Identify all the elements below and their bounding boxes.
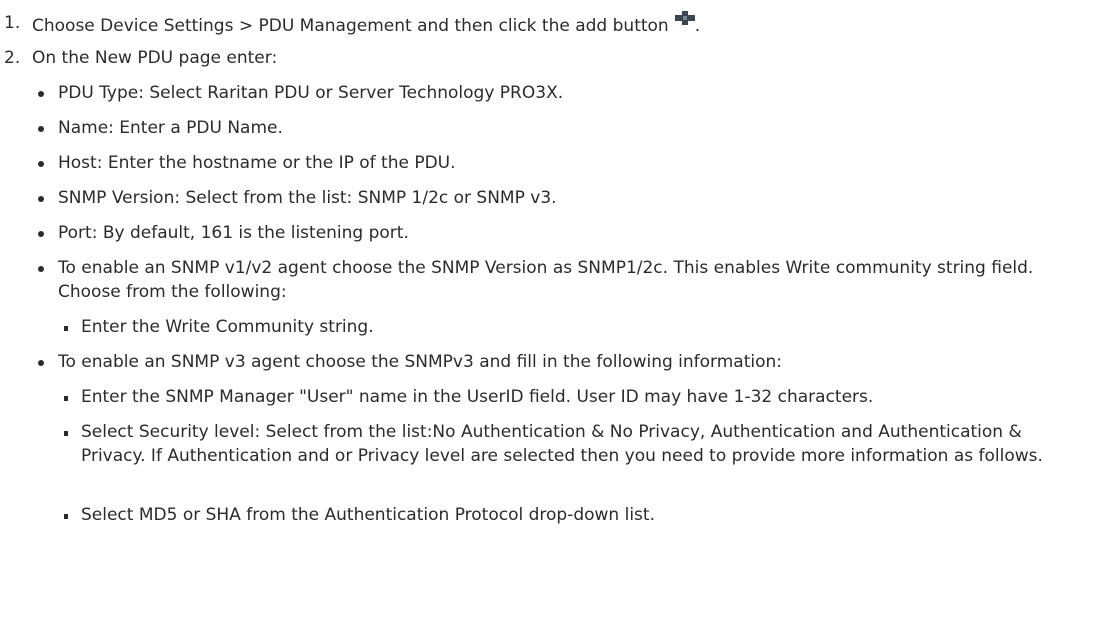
sub-list-item-text: Enter the Write Community string. xyxy=(81,317,374,337)
sub-list-item-text: Select MD5 or SHA from the Authenticatio… xyxy=(81,505,655,525)
bullet-icon xyxy=(38,161,44,167)
bullet-icon xyxy=(38,126,44,132)
step-number: 1. xyxy=(4,13,21,33)
square-bullet-icon xyxy=(64,431,68,436)
step-text: Choose Device Settings > PDU Management … xyxy=(32,11,700,38)
bullet-icon xyxy=(38,91,44,97)
sub-list-item-text: Enter the SNMP Manager "User" name in th… xyxy=(81,387,874,407)
list-item-text: SNMP Version: Select from the list: SNMP… xyxy=(58,188,557,208)
list-item-text: Name: Enter a PDU Name. xyxy=(58,118,283,138)
list-item-text: To enable an SNMP v1/v2 agent choose the… xyxy=(58,258,1034,302)
list-item-text: Port: By default, 161 is the listening p… xyxy=(58,223,409,243)
square-bullet-icon xyxy=(64,514,68,519)
bullet-icon xyxy=(38,231,44,237)
list-item-text: PDU Type: Select Raritan PDU or Server T… xyxy=(58,83,564,103)
square-bullet-icon xyxy=(64,326,68,331)
bullet-icon xyxy=(38,360,44,366)
list-item-text: To enable an SNMP v3 agent choose the SN… xyxy=(58,352,783,372)
step-text-main: Choose Device Settings > PDU Management … xyxy=(32,16,669,36)
list-item-text: Host: Enter the hostname or the IP of th… xyxy=(58,153,456,173)
square-bullet-icon xyxy=(64,396,68,401)
step-number: 2. xyxy=(4,48,21,68)
step-suffix: . xyxy=(694,16,701,36)
plus-icon xyxy=(674,11,695,25)
sub-list-item-text: Select Security level: Select from the l… xyxy=(81,422,1043,466)
step-text: On the New PDU page enter: xyxy=(32,48,278,68)
bullet-icon xyxy=(38,196,44,202)
document-body: 1. Choose Device Settings > PDU Manageme… xyxy=(0,0,1107,625)
bullet-icon xyxy=(38,266,44,272)
